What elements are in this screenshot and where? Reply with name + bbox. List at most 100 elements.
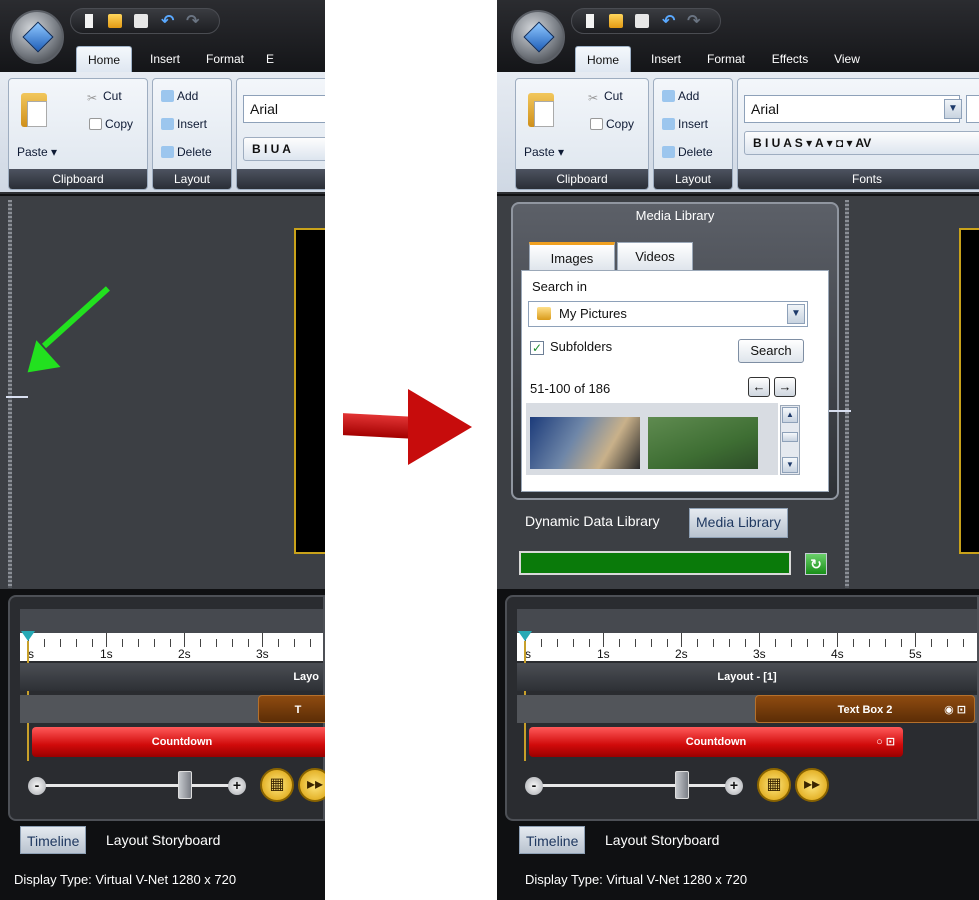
playhead-icon[interactable] bbox=[518, 631, 532, 641]
bottom-tabs: Timeline Layout Storyboard bbox=[0, 822, 325, 856]
eye-lock-icon[interactable]: ○ ⊡ bbox=[876, 727, 895, 757]
green-pointer-arrow bbox=[15, 286, 112, 386]
tab-insert[interactable]: Insert bbox=[140, 46, 190, 72]
thumbnail-image[interactable] bbox=[648, 417, 758, 469]
tab-timeline[interactable]: Timeline bbox=[20, 826, 87, 854]
insert-button[interactable]: Insert bbox=[662, 117, 708, 131]
format-buttons[interactable]: B I U A S ▾ A ▾ ◘ ▾ AV bbox=[744, 131, 979, 155]
playhead-icon[interactable] bbox=[21, 631, 35, 641]
font-name-field[interactable]: Arial bbox=[744, 95, 960, 123]
text-box-track[interactable]: Text Box 2 ◉ ⊡ bbox=[755, 695, 975, 723]
thumbnail-scrollbar[interactable]: ▲ ▼ bbox=[780, 405, 800, 475]
scissors-icon: ✂ bbox=[87, 91, 98, 105]
tab-effects[interactable]: E bbox=[260, 46, 280, 72]
chevron-down-icon[interactable]: ▼ bbox=[787, 304, 805, 324]
refresh-icon[interactable]: ↻ bbox=[805, 553, 827, 575]
add-button[interactable]: Add bbox=[662, 89, 699, 103]
delete-label: Delete bbox=[678, 145, 713, 159]
open-folder-icon[interactable] bbox=[609, 14, 623, 28]
eye-lock-icon[interactable]: ◉ ⊡ bbox=[944, 696, 966, 724]
zoom-in-button[interactable]: + bbox=[228, 777, 246, 795]
undo-icon[interactable]: ↶ bbox=[662, 11, 676, 30]
countdown-track[interactable]: Countdown bbox=[32, 727, 325, 757]
tab-timeline[interactable]: Timeline bbox=[519, 826, 586, 854]
font-size-field[interactable] bbox=[966, 95, 979, 123]
zoom-slider-track[interactable] bbox=[535, 784, 731, 787]
status-display-type: Display Type: Virtual V-Net 1280 x 720 bbox=[14, 872, 237, 887]
timeline-ruler[interactable]: s 1s 2s 3s 4s 5s 6 bbox=[517, 633, 977, 661]
tab-effects[interactable]: Effects bbox=[763, 46, 817, 72]
subfolders-label: Subfolders bbox=[550, 339, 613, 354]
save-icon[interactable] bbox=[635, 14, 649, 28]
font-name-field[interactable]: Arial bbox=[243, 95, 325, 123]
new-file-icon[interactable] bbox=[586, 14, 594, 28]
save-icon[interactable] bbox=[134, 14, 148, 28]
prev-page-button[interactable]: ← bbox=[748, 377, 770, 397]
undo-icon[interactable]: ↶ bbox=[161, 11, 175, 30]
film-icon[interactable]: ▦ bbox=[757, 768, 791, 802]
delete-button[interactable]: Delete bbox=[662, 145, 713, 159]
cut-button[interactable]: ✂ Cut bbox=[588, 89, 623, 105]
clipboard-group-title: Clipboard bbox=[516, 169, 648, 189]
countdown-track[interactable]: Countdown ○ ⊡ bbox=[529, 727, 903, 757]
text-box-track[interactable]: T bbox=[258, 695, 325, 723]
paste-button[interactable]: Paste ▾ bbox=[17, 145, 57, 159]
zoom-slider-thumb[interactable] bbox=[675, 771, 689, 799]
format-buttons[interactable]: B I U A bbox=[243, 137, 325, 161]
insert-button[interactable]: Insert bbox=[161, 117, 207, 131]
folder-select[interactable]: My Pictures ▼ bbox=[528, 301, 808, 327]
new-file-icon[interactable] bbox=[85, 14, 93, 28]
tab-layout-storyboard[interactable]: Layout Storyboard bbox=[100, 826, 226, 854]
scroll-up-icon[interactable]: ▲ bbox=[782, 407, 798, 423]
tab-videos[interactable]: Videos bbox=[617, 242, 693, 270]
application-menu-button[interactable] bbox=[10, 10, 64, 64]
tab-home[interactable]: Home bbox=[575, 46, 631, 72]
tab-home[interactable]: Home bbox=[76, 46, 132, 72]
splitter[interactable] bbox=[845, 200, 849, 588]
delete-icon bbox=[161, 146, 174, 158]
add-button[interactable]: Add bbox=[161, 89, 198, 103]
tick-label: 4s bbox=[831, 647, 844, 661]
copy-button[interactable]: Copy bbox=[590, 117, 634, 131]
zoom-slider-thumb[interactable] bbox=[178, 771, 192, 799]
tab-format[interactable]: Format bbox=[198, 46, 252, 72]
search-button[interactable]: Search bbox=[738, 339, 804, 363]
layout-track[interactable]: Layout - [1] bbox=[517, 663, 977, 691]
fonts-group: Arial ▼ B I U A S ▾ A ▾ ◘ ▾ AV Fonts bbox=[737, 78, 979, 190]
tab-images[interactable]: Images bbox=[529, 242, 615, 270]
font-dropdown-arrow-icon[interactable]: ▼ bbox=[944, 99, 962, 119]
fast-forward-icon[interactable]: ▸▸ bbox=[298, 768, 325, 802]
tab-dynamic-data-library[interactable]: Dynamic Data Library bbox=[519, 508, 666, 538]
tab-media-library[interactable]: Media Library bbox=[689, 508, 788, 538]
tab-insert[interactable]: Insert bbox=[641, 46, 691, 72]
redo-icon[interactable]: ↷ bbox=[186, 11, 200, 30]
library-tabs: Dynamic Data Library Media Library bbox=[511, 500, 841, 538]
application-menu-button[interactable] bbox=[511, 10, 565, 64]
zoom-out-button[interactable]: - bbox=[525, 777, 543, 795]
next-page-button[interactable]: → bbox=[774, 377, 796, 397]
timeline-ruler[interactable]: s 1s 2s 3s bbox=[20, 633, 323, 661]
scroll-down-icon[interactable]: ▼ bbox=[782, 457, 798, 473]
timeline-panel: s 1s 2s 3s 4s 5s 6 Layout - [1] Text Box… bbox=[505, 595, 979, 821]
paste-button[interactable]: Paste ▾ bbox=[524, 145, 564, 159]
zoom-out-button[interactable]: - bbox=[28, 777, 46, 795]
subfolders-checkbox[interactable]: ✓ bbox=[530, 341, 544, 355]
tab-view[interactable]: View bbox=[827, 46, 867, 72]
open-folder-icon[interactable] bbox=[108, 14, 122, 28]
zoom-in-button[interactable]: + bbox=[725, 777, 743, 795]
redo-icon[interactable]: ↷ bbox=[687, 11, 701, 30]
cut-button[interactable]: ✂ Cut bbox=[87, 89, 122, 105]
thumbnail-image[interactable] bbox=[530, 417, 640, 469]
tab-format[interactable]: Format bbox=[699, 46, 753, 72]
layout-track[interactable]: Layo bbox=[20, 663, 323, 691]
clipboard-group-title: Clipboard bbox=[9, 169, 147, 189]
tab-layout-storyboard[interactable]: Layout Storyboard bbox=[599, 826, 725, 854]
film-icon[interactable]: ▦ bbox=[260, 768, 294, 802]
tick-label: 3s bbox=[753, 647, 766, 661]
zoom-slider-track[interactable] bbox=[38, 784, 234, 787]
fast-forward-icon[interactable]: ▸▸ bbox=[795, 768, 829, 802]
delete-button[interactable]: Delete bbox=[161, 145, 212, 159]
copy-button[interactable]: Copy bbox=[89, 117, 133, 131]
scroll-thumb[interactable] bbox=[782, 432, 798, 442]
add-label: Add bbox=[177, 89, 199, 103]
